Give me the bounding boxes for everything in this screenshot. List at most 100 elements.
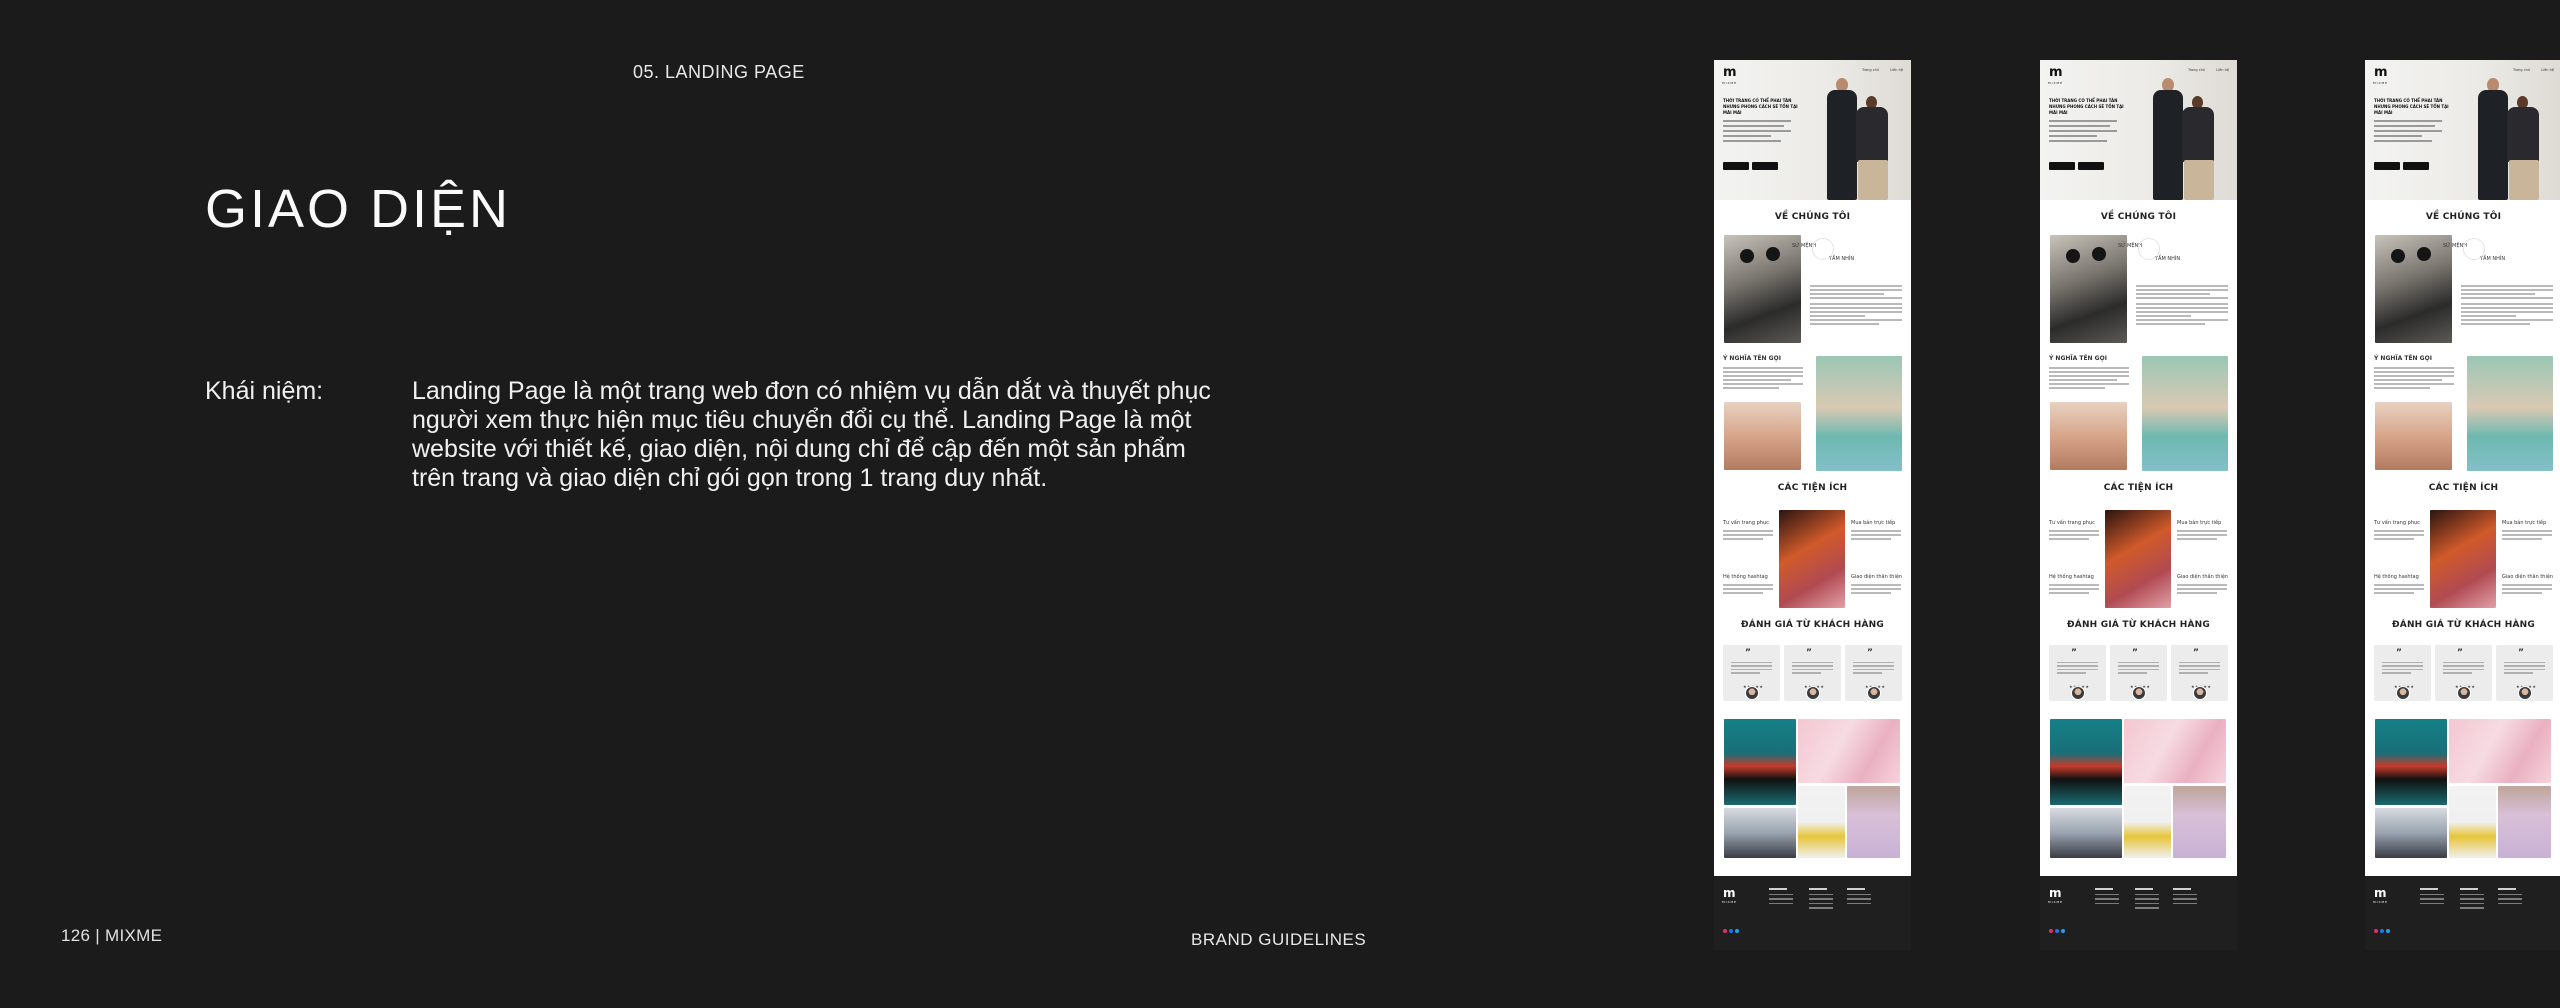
mockup-feature-2: Mua bán trực tiếp bbox=[1851, 520, 1896, 526]
mockup-footer-column bbox=[1847, 888, 1877, 907]
mockup-hero-paragraph bbox=[2374, 120, 2442, 145]
mockup-footer: m MIXME bbox=[1714, 876, 1911, 950]
mockup-feature-2: Mua bán trực tiếp bbox=[2502, 520, 2547, 526]
landing-page-mockup-2: m MIXME Trang chủ Liên hệ THỜI TRANG CÓ … bbox=[2040, 60, 2237, 950]
mockup-decor-circle bbox=[1812, 238, 1834, 260]
mockup-nav-contact: Liên hệ bbox=[1890, 68, 1903, 72]
mockup-hero-model-1 bbox=[2478, 78, 2508, 200]
mockup-gallery-image bbox=[2050, 808, 2122, 858]
quote-icon: ” bbox=[2518, 648, 2524, 658]
reviewer-avatar bbox=[2396, 686, 2410, 700]
mockup-gallery-image bbox=[1798, 786, 1845, 858]
mockup-feature-4: Giao diện thân thiện bbox=[2502, 574, 2554, 580]
mockup-nav: Trang chủ Liên hệ bbox=[2503, 68, 2554, 72]
reviewer-avatar bbox=[2132, 686, 2146, 700]
page-title: GIAO DIỆN bbox=[205, 179, 512, 239]
mockup-hero: m MIXME Trang chủ Liên hệ THỜI TRANG CÓ … bbox=[2040, 60, 2237, 200]
quote-icon: ” bbox=[2457, 648, 2463, 658]
mockup-heading-features: CÁC TIỆN ÍCH bbox=[2103, 483, 2174, 493]
mockup-gallery-image bbox=[2498, 786, 2551, 858]
mockup-hero-model-2 bbox=[2505, 96, 2541, 200]
mockup-nav-home: Trang chủ bbox=[2512, 68, 2531, 72]
mockup-nav-home: Trang chủ bbox=[2187, 68, 2206, 72]
mockup-name-meaning-text bbox=[2049, 367, 2129, 391]
social-icons bbox=[1723, 918, 1741, 937]
mockup-footer-column bbox=[2173, 888, 2203, 907]
mockup-features-image bbox=[1779, 510, 1845, 608]
mockup-feature-1: Tư vấn trang phục bbox=[2049, 520, 2095, 526]
quote-icon: ” bbox=[1806, 648, 1812, 658]
mockup-hero-model-2 bbox=[2180, 96, 2216, 200]
mockup-feature-4: Giao diện thân thiện bbox=[1851, 574, 1903, 580]
mockup-vision-label: TẦM NHÌN bbox=[1829, 256, 1855, 262]
mockup-decor-circle bbox=[2463, 238, 2485, 260]
mockup-store-buttons bbox=[2049, 155, 2107, 174]
mockup-heading-about: VỀ CHÚNG TÔI bbox=[2100, 212, 2177, 222]
mockup-store-buttons bbox=[2374, 155, 2432, 174]
mockup-gallery-image bbox=[2124, 786, 2171, 858]
mockup-about-image bbox=[1724, 235, 1801, 343]
quote-icon: ” bbox=[2132, 648, 2138, 658]
landing-page-mockup-3: m MIXME Trang chủ Liên hệ THỜI TRANG CÓ … bbox=[2365, 60, 2560, 950]
mockup-features-image bbox=[2430, 510, 2496, 608]
mockup-feature-2-text bbox=[2177, 530, 2227, 542]
mockup-footer-brand: MIXME bbox=[1722, 900, 1738, 904]
quote-icon: ” bbox=[2193, 648, 2199, 658]
mockup-hero-model-2 bbox=[1854, 96, 1890, 200]
mockup-heading-name-meaning: Ý NGHĨA TÊN GỌI bbox=[2049, 355, 2107, 362]
mockup-decor-circle bbox=[2138, 238, 2160, 260]
mockup-logo: m bbox=[1723, 65, 1737, 80]
mockup-heading-name-meaning: Ý NGHĨA TÊN GỌI bbox=[1723, 355, 1781, 362]
mockup-gallery-image bbox=[1798, 719, 1900, 783]
landing-page-mockup-1: m MIXME Trang chủ Liên hệ THỜI TRANG CÓ … bbox=[1714, 60, 1911, 950]
mockup-feature-3-text bbox=[2049, 584, 2099, 596]
mockup-name-image-1 bbox=[1724, 402, 1801, 470]
mockup-nav-home: Trang chủ bbox=[1861, 68, 1880, 72]
mockup-footer-logo: m bbox=[2049, 886, 2062, 900]
mockup-footer-column bbox=[1769, 888, 1799, 907]
mockup-gallery-image bbox=[2449, 786, 2496, 858]
mockup-heading-reviews: ĐÁNH GIÁ TỪ KHÁCH HÀNG bbox=[1741, 620, 1884, 630]
mockup-feature-3-text bbox=[1723, 584, 1773, 596]
mockup-gallery-image bbox=[1724, 719, 1796, 805]
mockup-footer-column bbox=[2460, 888, 2490, 912]
social-icons bbox=[2049, 918, 2067, 937]
mockup-name-image-1 bbox=[2375, 402, 2452, 470]
mockup-heading-name-meaning: Ý NGHĨA TÊN GỌI bbox=[2374, 355, 2432, 362]
mockup-footer-brand: MIXME bbox=[2373, 900, 2389, 904]
mockup-vision-label: TẦM NHÌN bbox=[2480, 256, 2506, 262]
mockup-gallery-image bbox=[2449, 719, 2551, 783]
mockup-brand: MIXME bbox=[1722, 81, 1738, 85]
mockup-name-meaning-text bbox=[1723, 367, 1803, 391]
mockup-feature-3: Hệ thống hashtag bbox=[2374, 574, 2419, 580]
mockup-gallery-image bbox=[2375, 719, 2447, 805]
mockup-heading-features: CÁC TIỆN ÍCH bbox=[2428, 483, 2499, 493]
mockup-about-text-2 bbox=[2461, 303, 2553, 327]
mockup-feature-1: Tư vấn trang phục bbox=[1723, 520, 1769, 526]
mockup-feature-1-text bbox=[2374, 530, 2424, 542]
mockup-footer: m MIXME bbox=[2040, 876, 2237, 950]
mockup-features-image bbox=[2105, 510, 2171, 608]
mockup-feature-4-text bbox=[1851, 584, 1901, 596]
mockup-about-text-2 bbox=[2136, 303, 2228, 327]
mockup-about-text-2 bbox=[1810, 303, 1902, 327]
mockup-about-text bbox=[2136, 285, 2228, 301]
mockup-hero-paragraph bbox=[1723, 120, 1791, 145]
mockup-footer: m MIXME bbox=[2365, 876, 2560, 950]
mockup-heading-reviews: ĐÁNH GIÁ TỪ KHÁCH HÀNG bbox=[2392, 620, 2535, 630]
mockup-hero-model-1 bbox=[2153, 78, 2183, 200]
reviewer-avatar bbox=[2193, 686, 2207, 700]
mockup-about-text bbox=[2461, 285, 2553, 301]
mockup-gallery-image bbox=[1847, 786, 1900, 858]
mockup-logo: m bbox=[2374, 65, 2388, 80]
mockup-name-image-2 bbox=[1816, 356, 1902, 471]
mockup-feature-4-text bbox=[2502, 584, 2552, 596]
mockup-gallery-image bbox=[2173, 786, 2226, 858]
mockup-about-text bbox=[1810, 285, 1902, 301]
mockup-hero-copy: THỜI TRANG CÓ THỂ PHAI TÀN NHƯNG PHONG C… bbox=[2049, 98, 2124, 115]
reviewer-avatar bbox=[2457, 686, 2471, 700]
mockup-nav-contact: Liên hệ bbox=[2541, 68, 2554, 72]
mockup-brand: MIXME bbox=[2373, 81, 2389, 85]
mockup-hero: m MIXME Trang chủ Liên hệ THỜI TRANG CÓ … bbox=[1714, 60, 1911, 200]
mockup-hero-copy: THỜI TRANG CÓ THỂ PHAI TÀN NHƯNG PHONG C… bbox=[1723, 98, 1798, 115]
